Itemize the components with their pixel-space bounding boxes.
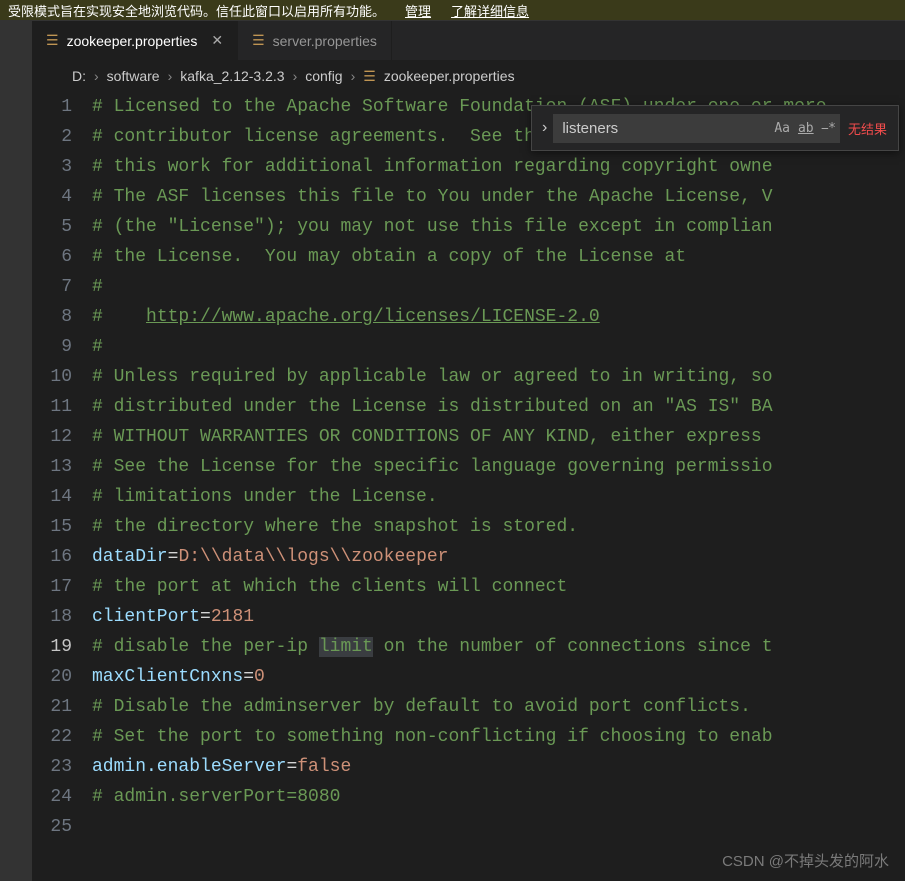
line-number-gutter: 1234567891011121314151617181920212223242…: [42, 92, 92, 842]
activity-bar[interactable]: [0, 20, 32, 881]
chevron-right-icon: ›: [94, 68, 99, 84]
editor-tabs: ☰ zookeeper.properties ✕ ☰ server.proper…: [32, 20, 905, 60]
breadcrumb-seg[interactable]: config: [305, 68, 342, 84]
match-whole-word-toggle[interactable]: ab: [794, 119, 818, 138]
chevron-right-icon: ›: [168, 68, 173, 84]
close-icon[interactable]: ✕: [211, 32, 223, 49]
breadcrumb-seg[interactable]: software: [107, 68, 160, 84]
chevron-right-icon: ›: [293, 68, 298, 84]
restricted-mode-banner: 受限模式旨在实现安全地浏览代码。信任此窗口以启用所有功能。 管理 了解详细信息: [0, 0, 905, 20]
settings-icon: ☰: [363, 68, 376, 85]
breadcrumb-seg[interactable]: zookeeper.properties: [384, 68, 515, 84]
settings-icon: ☰: [46, 32, 59, 49]
breadcrumb-seg[interactable]: D:: [72, 68, 86, 84]
tab-zookeeper-properties[interactable]: ☰ zookeeper.properties ✕: [32, 21, 238, 60]
watermark: CSDN @不掉头发的阿水: [722, 850, 889, 871]
banner-learnmore-link[interactable]: 了解详细信息: [451, 1, 529, 20]
settings-icon: ☰: [252, 32, 265, 49]
breadcrumb[interactable]: D:› software› kafka_2.12-3.2.3› config› …: [32, 60, 905, 92]
banner-manage-link[interactable]: 管理: [405, 1, 431, 20]
code-content[interactable]: # Licensed to the Apache Software Founda…: [92, 92, 905, 842]
code-editor[interactable]: 1234567891011121314151617181920212223242…: [32, 92, 905, 842]
chevron-right-icon: ›: [351, 68, 356, 84]
banner-text: 受限模式旨在实现安全地浏览代码。信任此窗口以启用所有功能。: [8, 1, 385, 20]
chevron-right-icon[interactable]: ›: [536, 119, 553, 137]
tab-label: server.properties: [273, 33, 377, 49]
breadcrumb-seg[interactable]: kafka_2.12-3.2.3: [180, 68, 284, 84]
tab-label: zookeeper.properties: [67, 33, 198, 49]
match-case-toggle[interactable]: Aa: [770, 119, 794, 138]
tab-server-properties[interactable]: ☰ server.properties: [238, 21, 392, 60]
search-result-count: 无结果: [840, 119, 895, 138]
search-input[interactable]: [553, 114, 770, 143]
regex-toggle[interactable]: ⎯*: [818, 119, 840, 138]
find-widget: › Aa ab ⎯* 无结果: [531, 105, 899, 151]
